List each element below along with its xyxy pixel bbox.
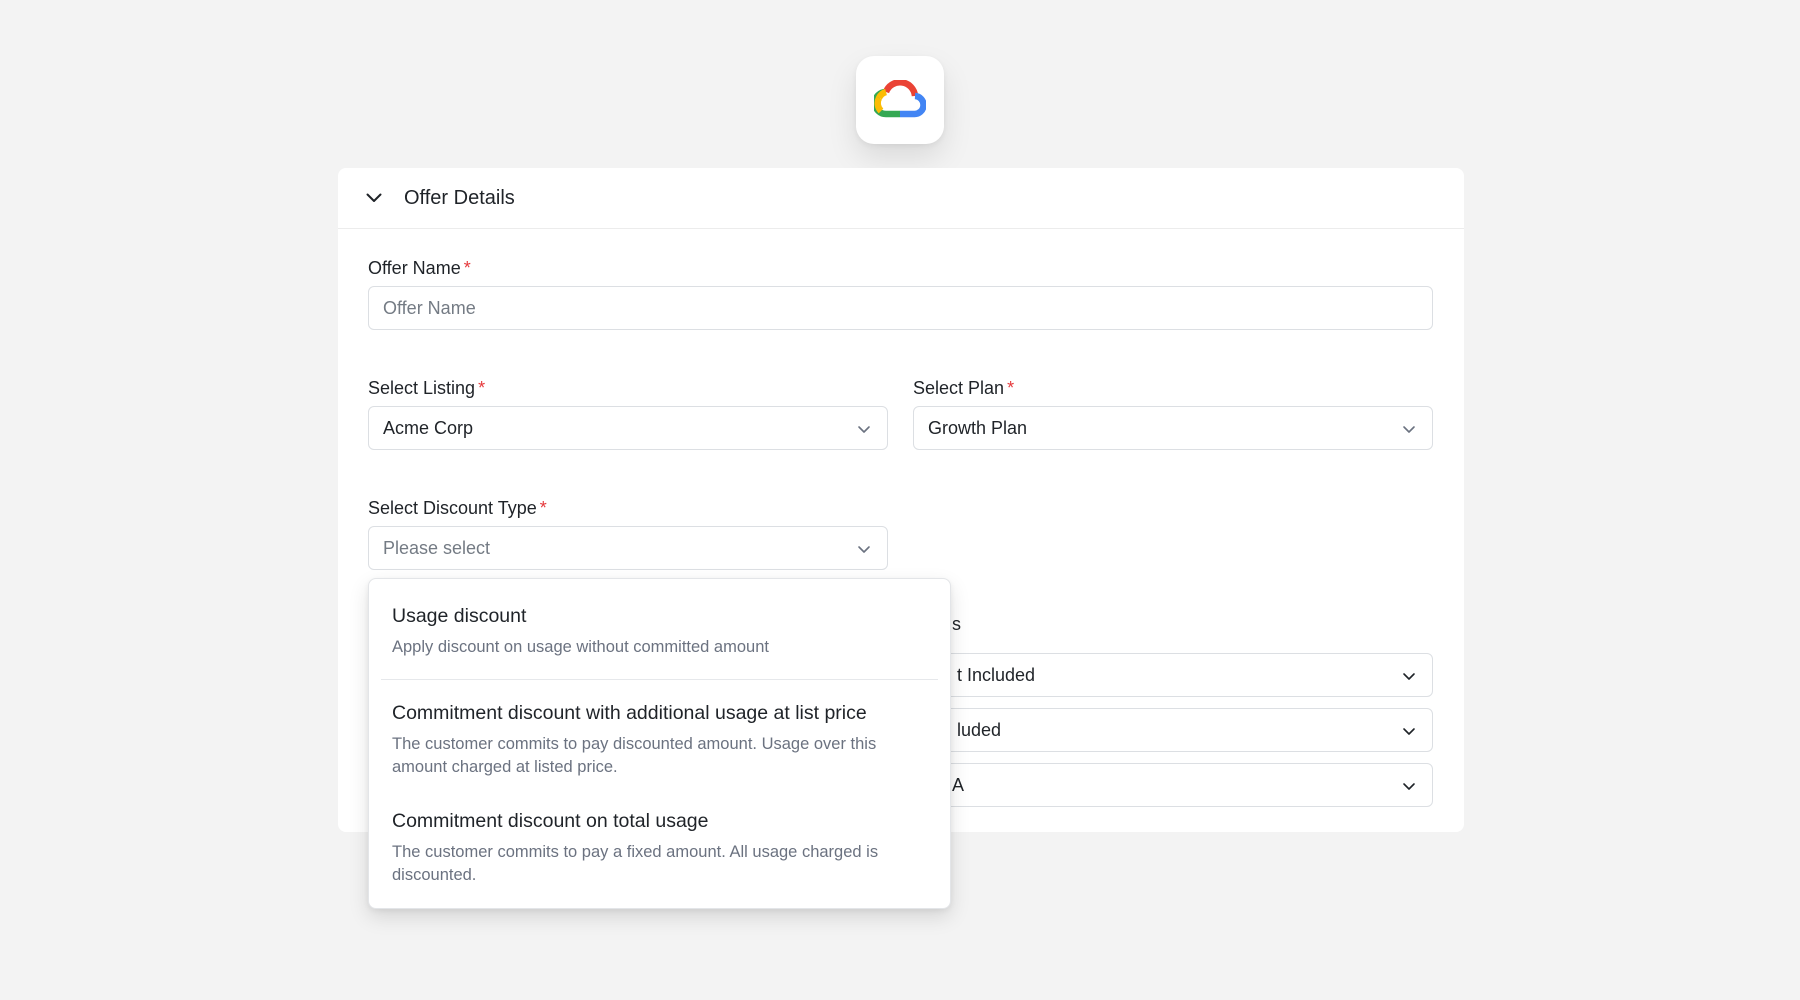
offer-name-label-text: Offer Name [368,258,461,278]
discount-type-menu: Usage discount Apply discount on usage w… [368,578,951,909]
background-select-1-value: t Included [957,665,1036,685]
offer-name-label: Offer Name * [368,258,471,279]
google-cloud-logo-icon [874,80,926,118]
chevron-down-icon [1403,783,1415,790]
background-select-1[interactable]: t Included [913,653,1433,697]
select-discount-type-label-text: Select Discount Type [368,498,537,518]
offer-name-input[interactable] [368,286,1433,330]
select-listing-value: Acme Corp [383,417,474,438]
select-listing-label-text: Select Listing [368,378,476,398]
chevron-down-icon [1403,673,1415,680]
required-mark: * [463,258,471,278]
select-listing-dropdown[interactable]: Acme Corp [368,406,888,450]
select-discount-type-label: Select Discount Type * [368,498,547,519]
select-plan-label-text: Select Plan [913,378,1005,398]
chevron-down-icon[interactable] [364,188,384,208]
background-select-2[interactable]: luded [913,708,1433,752]
option-description: Apply discount on usage without committe… [392,638,769,656]
required-mark: * [1007,378,1015,398]
option-description: The customer commits to pay discounted a… [392,735,877,776]
select-discount-type-dropdown[interactable]: Please select [368,526,888,570]
required-mark: * [539,498,547,518]
discount-option-commitment-list-price[interactable]: Commitment discount with additional usag… [392,700,930,779]
select-listing-label: Select Listing * [368,378,485,399]
background-select-2-value: luded [957,720,1002,740]
required-mark: * [478,378,486,398]
select-plan-dropdown[interactable]: Growth Plan [913,406,1433,450]
background-select-3-value: A [952,775,965,795]
select-plan-label: Select Plan * [913,378,1014,399]
chevron-down-icon [858,546,870,553]
option-divider [381,679,938,680]
chevron-down-icon [858,426,870,433]
discount-option-usage[interactable]: Usage discount Apply discount on usage w… [392,603,930,659]
offer-details-header[interactable]: Offer Details [338,168,1464,229]
section-title: Offer Details [404,186,515,209]
option-title: Commitment discount with additional usag… [392,702,867,724]
chevron-down-icon [1403,728,1415,735]
discount-option-commitment-total[interactable]: Commitment discount on total usage The c… [392,808,930,887]
background-select-3[interactable]: A [913,763,1433,807]
select-plan-value: Growth Plan [928,417,1028,438]
option-title: Commitment discount on total usage [392,810,709,832]
select-discount-type-placeholder: Please select [383,537,491,558]
google-cloud-logo-tile [856,56,944,144]
chevron-down-icon [1403,426,1415,433]
option-description: The customer commits to pay a fixed amou… [392,843,879,884]
option-title: Usage discount [392,605,527,627]
